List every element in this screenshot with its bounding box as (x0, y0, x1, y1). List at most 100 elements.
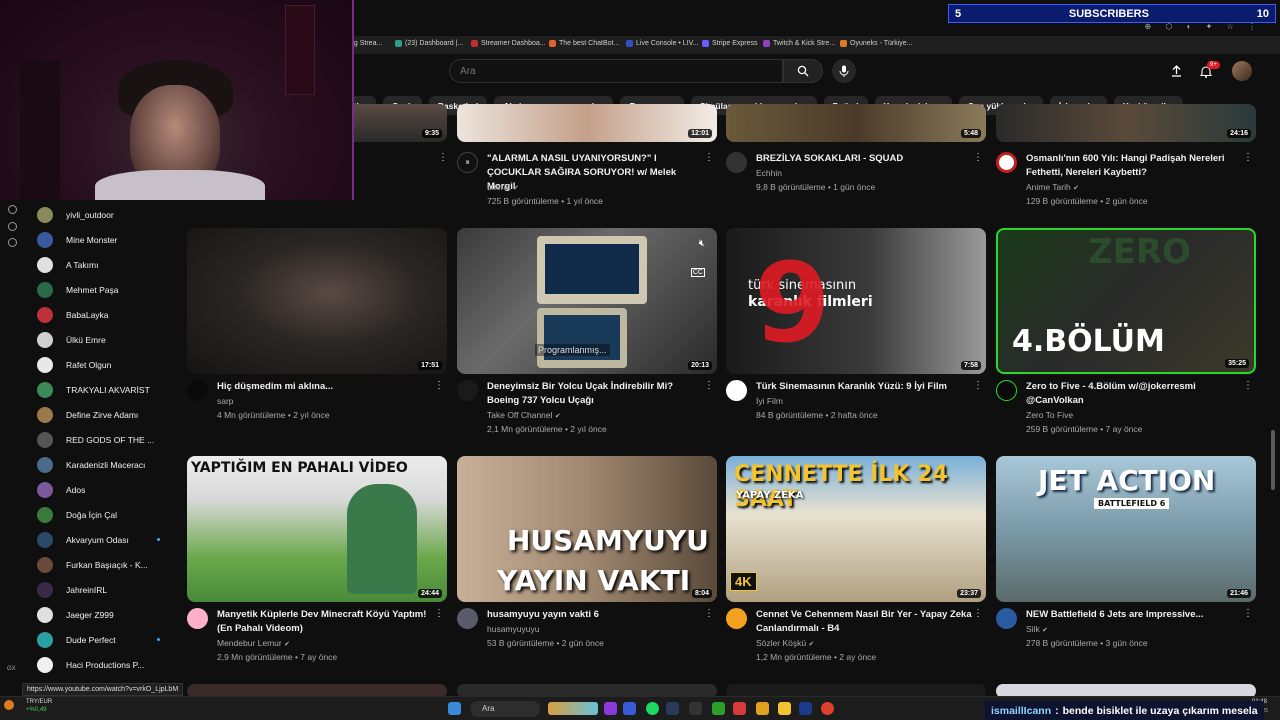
channel-avatar[interactable] (187, 380, 208, 401)
spotify-icon[interactable] (646, 702, 659, 715)
bookmark-item[interactable]: Twitch & Kick Stre... (763, 40, 835, 47)
captions-icon[interactable]: CC (690, 268, 705, 277)
playlist-icon[interactable] (8, 222, 17, 231)
video-thumbnail[interactable]: Programlanmış... 🔇︎ CC 20:13 (457, 228, 717, 374)
channel-name[interactable]: Mendebur Lemur ✔ (217, 638, 290, 648)
video-thumbnail[interactable]: 24:16 (996, 104, 1256, 142)
more-options-icon[interactable]: ⋮ (434, 608, 444, 619)
mute-icon[interactable]: 🔇︎ (699, 238, 705, 249)
bookmark-item[interactable]: Live Console • LIV... (626, 40, 699, 47)
bookmark-item[interactable]: ng Strea... (350, 40, 382, 47)
history-icon[interactable] (8, 205, 17, 214)
video-title[interactable]: Hiç düşmedim mi aklına... (217, 380, 435, 394)
voice-search-button[interactable] (832, 59, 856, 83)
windows-start-icon[interactable] (448, 702, 461, 715)
avatar[interactable] (1232, 61, 1252, 81)
sidebar-item-subscription[interactable]: A Takımı (37, 252, 162, 277)
channel-name[interactable]: İyi Film (756, 396, 783, 406)
photoshop-icon[interactable] (799, 702, 812, 715)
video-thumbnail[interactable]: HUSAMYUYU YAYIN VAKTI 6 8:04 (457, 456, 717, 602)
bookmark-item[interactable]: Oyuneks - Türkiye... (840, 40, 913, 47)
channel-name[interactable]: Silk ✔ (1026, 624, 1048, 634)
channel-name[interactable]: husamyuyuyu (487, 624, 539, 634)
more-options-icon[interactable]: ⋮ (973, 608, 983, 619)
bookmark-item[interactable]: Streamer Dashboa... (471, 40, 546, 47)
sidebar-item-subscription[interactable]: Akvaryum Odası (37, 527, 162, 552)
sidebar-item-subscription[interactable]: Haci Productions P... (37, 652, 162, 677)
app-icon[interactable] (623, 702, 636, 715)
more-options-icon[interactable]: ⋮ (1243, 608, 1253, 619)
steam-icon[interactable] (666, 702, 679, 715)
channel-name[interactable]: Literat ✔ (487, 182, 519, 192)
chrome-icon[interactable] (821, 702, 834, 715)
video-title[interactable]: Deneyimsiz Bir Yolcu Uçak İndirebilir Mi… (487, 380, 705, 408)
sidebar-item-subscription[interactable]: Doğa İçin Çal (37, 502, 162, 527)
epic-icon[interactable] (689, 702, 702, 715)
search-button[interactable] (783, 59, 823, 83)
video-title[interactable]: husamyuyu yayın vakti 6 (487, 608, 705, 622)
video-title[interactable]: Zero to Five - 4.Bölüm w/@jokerresmi @Ca… (1026, 380, 1244, 408)
sidebar-item-subscription[interactable]: Rafet Olgun (37, 352, 162, 377)
sidebar-item-subscription[interactable]: Furkan Başıaçık - K... (37, 552, 162, 577)
channel-name[interactable]: Sözler Köşkü ✔ (756, 638, 814, 648)
upload-button[interactable] (1167, 62, 1185, 80)
channel-avatar[interactable] (726, 380, 747, 401)
settings-icon[interactable] (8, 238, 17, 247)
video-thumbnail[interactable]: türk sinemasının karanlık filmleri 9 7:5… (726, 228, 986, 374)
video-thumbnail[interactable]: 5:48 (726, 104, 986, 142)
video-title[interactable]: NEW Battlefield 6 Jets are Impressive... (1026, 608, 1244, 622)
widget-icon[interactable] (548, 702, 598, 715)
more-options-icon[interactable]: ⋮ (704, 608, 714, 619)
taskbar-search[interactable]: Ara (470, 701, 540, 717)
sidebar-item-subscription[interactable]: Karadenizli Maceracı (37, 452, 162, 477)
weather-icon[interactable] (4, 700, 14, 710)
more-options-icon[interactable]: ⋮ (438, 152, 1277, 163)
channel-avatar[interactable] (726, 608, 747, 629)
browser-toolbar-icons[interactable]: ⊕ ⬡ ◐ ✦ ☆ ⋮ (1144, 22, 1262, 31)
sidebar-item-subscription[interactable]: yivli_outdoor (37, 202, 162, 227)
more-options-icon[interactable]: ⋮ (973, 380, 983, 391)
folder-icon[interactable] (778, 702, 791, 715)
more-options-icon[interactable]: ⋮ (434, 380, 444, 391)
more-options-icon[interactable]: ⋮ (704, 380, 714, 391)
app-icon[interactable] (733, 702, 746, 715)
video-title[interactable]: Cennet Ve Cehennem Nasıl Bir Yer - Yapay… (756, 608, 974, 636)
more-options-icon[interactable]: ⋮ (1243, 380, 1253, 391)
search-input[interactable] (449, 59, 783, 83)
bookmark-item[interactable]: (23) Dashboard |... (395, 40, 463, 47)
video-title[interactable]: Manyetik Küplerle Dev Minecraft Köyü Yap… (217, 608, 435, 636)
sidebar-item-subscription[interactable]: Jaeger Z999 (37, 602, 162, 627)
sidebar-item-subscription[interactable]: Ados (37, 477, 162, 502)
scrollbar-thumb[interactable] (1271, 430, 1275, 490)
channel-name[interactable]: Echhin (756, 168, 782, 178)
sidebar-item-subscription[interactable]: Ülkü Emre (37, 327, 162, 352)
bookmark-item[interactable]: The best ChatBot... (549, 40, 619, 47)
video-thumbnail[interactable]: YAPTIĞIM EN PAHALI VİDEO 24:44 (187, 456, 447, 602)
sidebar-item-subscription[interactable]: RED GODS OF THE ... (37, 427, 162, 452)
video-thumbnail[interactable]: 12:01 (457, 104, 717, 142)
sidebar-item-subscription[interactable]: BabaLayka (37, 302, 162, 327)
app-icon[interactable] (604, 702, 617, 715)
channel-name[interactable]: Take Off Channel ✔ (487, 410, 561, 420)
channel-avatar[interactable] (187, 608, 208, 629)
channel-name[interactable]: Anime Tarih ✔ (1026, 182, 1079, 192)
channel-avatar[interactable] (996, 608, 1017, 629)
bookmark-item[interactable]: Stripe Express (702, 40, 758, 47)
app-icon[interactable] (756, 702, 769, 715)
channel-avatar[interactable] (457, 608, 478, 629)
video-thumbnail[interactable]: ZERO 4.BÖLÜM 35:25 (996, 228, 1256, 374)
channel-name[interactable]: sarp (217, 396, 234, 406)
channel-name[interactable]: Zero To Five (1026, 410, 1073, 420)
sidebar-item-subscription[interactable]: Mine Monster (37, 227, 162, 252)
video-thumbnail[interactable]: CENNETTE İLK 24 SAAT YAPAY ZEKA 4K 23:37 (726, 456, 986, 602)
sidebar-item-subscription[interactable]: Mehmet Paşa (37, 277, 162, 302)
video-title[interactable]: Türk Sinemasının Karanlık Yüzü: 9 İyi Fi… (756, 380, 974, 394)
sidebar-item-subscription[interactable]: JahreinIRL (37, 577, 162, 602)
video-thumbnail[interactable]: JET ACTION BATTLEFIELD 6 21:46 (996, 456, 1256, 602)
sidebar-item-subscription[interactable]: Define Zirve Adamı (37, 402, 162, 427)
sidebar-item-subscription[interactable]: TRAKYALI AKVARİST (37, 377, 162, 402)
channel-avatar[interactable] (996, 380, 1017, 401)
video-thumbnail[interactable]: 17:51 (187, 228, 447, 374)
channel-avatar[interactable] (457, 380, 478, 401)
sidebar-item-subscription[interactable]: Dude Perfect (37, 627, 162, 652)
